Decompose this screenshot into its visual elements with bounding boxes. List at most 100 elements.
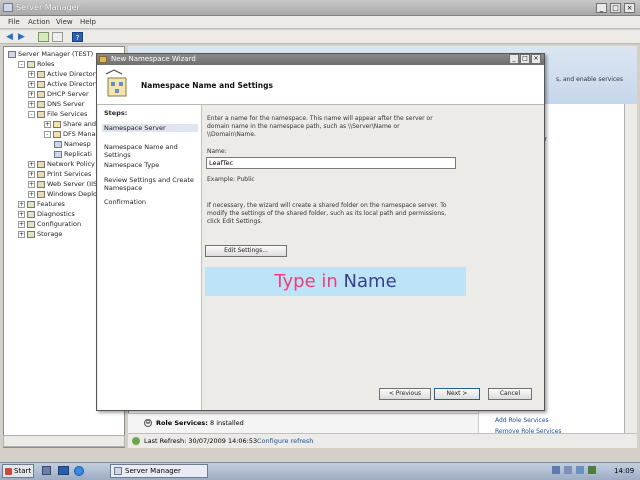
- tray-icon-4[interactable]: [588, 466, 596, 474]
- tree-item[interactable]: + Features: [18, 199, 65, 209]
- refresh-icon: [132, 437, 140, 445]
- back-icon[interactable]: ◀: [4, 32, 15, 42]
- tree-node-icon: [27, 230, 35, 238]
- expand-icon[interactable]: +: [28, 80, 35, 88]
- menu-file[interactable]: File: [8, 18, 20, 26]
- tree-item[interactable]: + Diagnostics: [18, 209, 75, 219]
- tree-item[interactable]: + Active Directory D: [28, 79, 106, 89]
- tree-horizontal-scrollbar[interactable]: [3, 435, 125, 447]
- server-manager-quicklaunch-icon[interactable]: [42, 466, 51, 475]
- tree-node-icon: [37, 180, 45, 188]
- expand-icon[interactable]: +: [28, 100, 35, 108]
- tray-icon-2[interactable]: [564, 466, 572, 474]
- dialog-minimize-button[interactable]: _: [509, 54, 519, 64]
- expand-icon[interactable]: +: [28, 160, 35, 168]
- taskbar-server-manager[interactable]: Server Manager: [110, 464, 208, 478]
- expand-icon[interactable]: +: [28, 70, 35, 78]
- collapse-icon[interactable]: -: [44, 130, 51, 138]
- next-button[interactable]: Next >: [434, 388, 480, 400]
- tree-node-icon: [27, 200, 35, 208]
- dialog-close-button[interactable]: ×: [531, 54, 541, 64]
- tree-node-icon: [54, 140, 62, 148]
- namespace-wizard-icon: [105, 69, 127, 97]
- expand-icon[interactable]: +: [28, 190, 35, 198]
- tree-node-icon: [53, 130, 61, 138]
- tree-item[interactable]: - Roles: [18, 59, 54, 69]
- edit-settings-button[interactable]: Edit Settings...: [205, 245, 287, 257]
- tree-item-label: Roles: [37, 60, 55, 68]
- wizard-steps-panel: Steps: Namespace Server Namespace Name a…: [98, 105, 202, 410]
- toolbar: ◀ ▶ ?: [0, 30, 640, 44]
- close-button[interactable]: ×: [624, 3, 635, 13]
- tree-item[interactable]: - DFS Manage: [44, 129, 104, 139]
- tray-network-icon[interactable]: [552, 466, 560, 474]
- add-role-services-link[interactable]: Add Role Services: [495, 417, 549, 424]
- role-services-count: 8 installed: [210, 419, 244, 427]
- up-folder-icon[interactable]: [38, 32, 49, 42]
- tree-item[interactable]: + Storage: [18, 229, 62, 239]
- example-text: Example: Public: [207, 176, 255, 183]
- tree-item-label: Storage: [37, 230, 63, 238]
- role-services-label: Role Services:: [156, 419, 208, 427]
- tree-item[interactable]: + Active Directory C: [28, 69, 106, 79]
- minimize-button[interactable]: _: [596, 3, 607, 13]
- expand-icon[interactable]: +: [18, 220, 25, 228]
- taskbar: [0, 462, 640, 480]
- expand-icon[interactable]: +: [18, 200, 25, 208]
- server-manager-icon: [3, 3, 13, 12]
- tray-icon-3[interactable]: [576, 466, 584, 474]
- tree-item[interactable]: Replicati: [54, 149, 92, 159]
- cancel-button[interactable]: Cancel: [488, 388, 532, 400]
- collapse-icon[interactable]: -: [18, 60, 25, 68]
- tree-node-icon: [37, 190, 45, 198]
- step-confirmation: Confirmation: [104, 198, 147, 206]
- steps-header: Steps:: [104, 109, 128, 117]
- expand-icon[interactable]: +: [28, 180, 35, 188]
- namespace-name-input[interactable]: [206, 157, 456, 169]
- previous-button[interactable]: < Previous: [379, 388, 431, 400]
- menu-help[interactable]: Help: [80, 18, 96, 26]
- tree-item[interactable]: - File Services: [28, 109, 87, 119]
- start-label: Start: [14, 467, 32, 475]
- last-refresh-text: Last Refresh: 30/07/2009 14:06:53: [144, 437, 258, 445]
- tree-item[interactable]: + Web Server (IIS): [28, 179, 100, 189]
- expand-icon[interactable]: +: [44, 120, 51, 128]
- tree-item[interactable]: + DNS Server: [28, 99, 84, 109]
- forward-icon[interactable]: ▶: [16, 32, 27, 42]
- tree-node-icon: [27, 60, 35, 68]
- tree-item[interactable]: + Configuration: [18, 219, 81, 229]
- collapse-icon[interactable]: -: [28, 110, 35, 118]
- tree-node-icon: [37, 160, 45, 168]
- collapse-icon[interactable]: ⊖: [144, 419, 152, 427]
- show-tree-icon[interactable]: [52, 32, 63, 42]
- system-tray: 14:09: [548, 463, 640, 479]
- tree-node-icon: [8, 50, 16, 58]
- tree-item[interactable]: + Print Services: [28, 169, 91, 179]
- settings-note: If necessary, the wizard will create a s…: [207, 202, 447, 225]
- powershell-icon[interactable]: [58, 466, 69, 475]
- tree-node-icon: [37, 170, 45, 178]
- main-vertical-scrollbar[interactable]: [624, 104, 637, 434]
- menu-view[interactable]: View: [56, 18, 73, 26]
- tree-item[interactable]: Namesp: [54, 139, 91, 149]
- ie-icon[interactable]: [74, 466, 84, 476]
- help-icon[interactable]: ?: [72, 32, 83, 42]
- expand-icon[interactable]: +: [18, 210, 25, 218]
- step-namespace-name: Namespace Name and Settings: [104, 143, 178, 159]
- configure-refresh-link[interactable]: Configure refresh: [257, 437, 313, 445]
- tree-item-label: Web Server (IIS): [47, 180, 100, 188]
- tree-item[interactable]: + DHCP Server: [28, 89, 89, 99]
- maximize-button[interactable]: □: [610, 3, 621, 13]
- expand-icon[interactable]: +: [28, 170, 35, 178]
- tree-node-icon: [27, 220, 35, 228]
- tree-node-icon: [37, 80, 45, 88]
- start-button[interactable]: Start: [2, 464, 34, 478]
- expand-icon[interactable]: +: [18, 230, 25, 238]
- menu-action[interactable]: Action: [28, 18, 50, 26]
- expand-icon[interactable]: +: [28, 90, 35, 98]
- dialog-maximize-button[interactable]: □: [520, 54, 530, 64]
- dialog-heading: Namespace Name and Settings: [141, 81, 273, 90]
- tree-item[interactable]: Server Manager (TEST): [8, 49, 93, 59]
- tree-item[interactable]: + Network Policy an: [28, 159, 105, 169]
- tree-item-label: Print Services: [47, 170, 92, 178]
